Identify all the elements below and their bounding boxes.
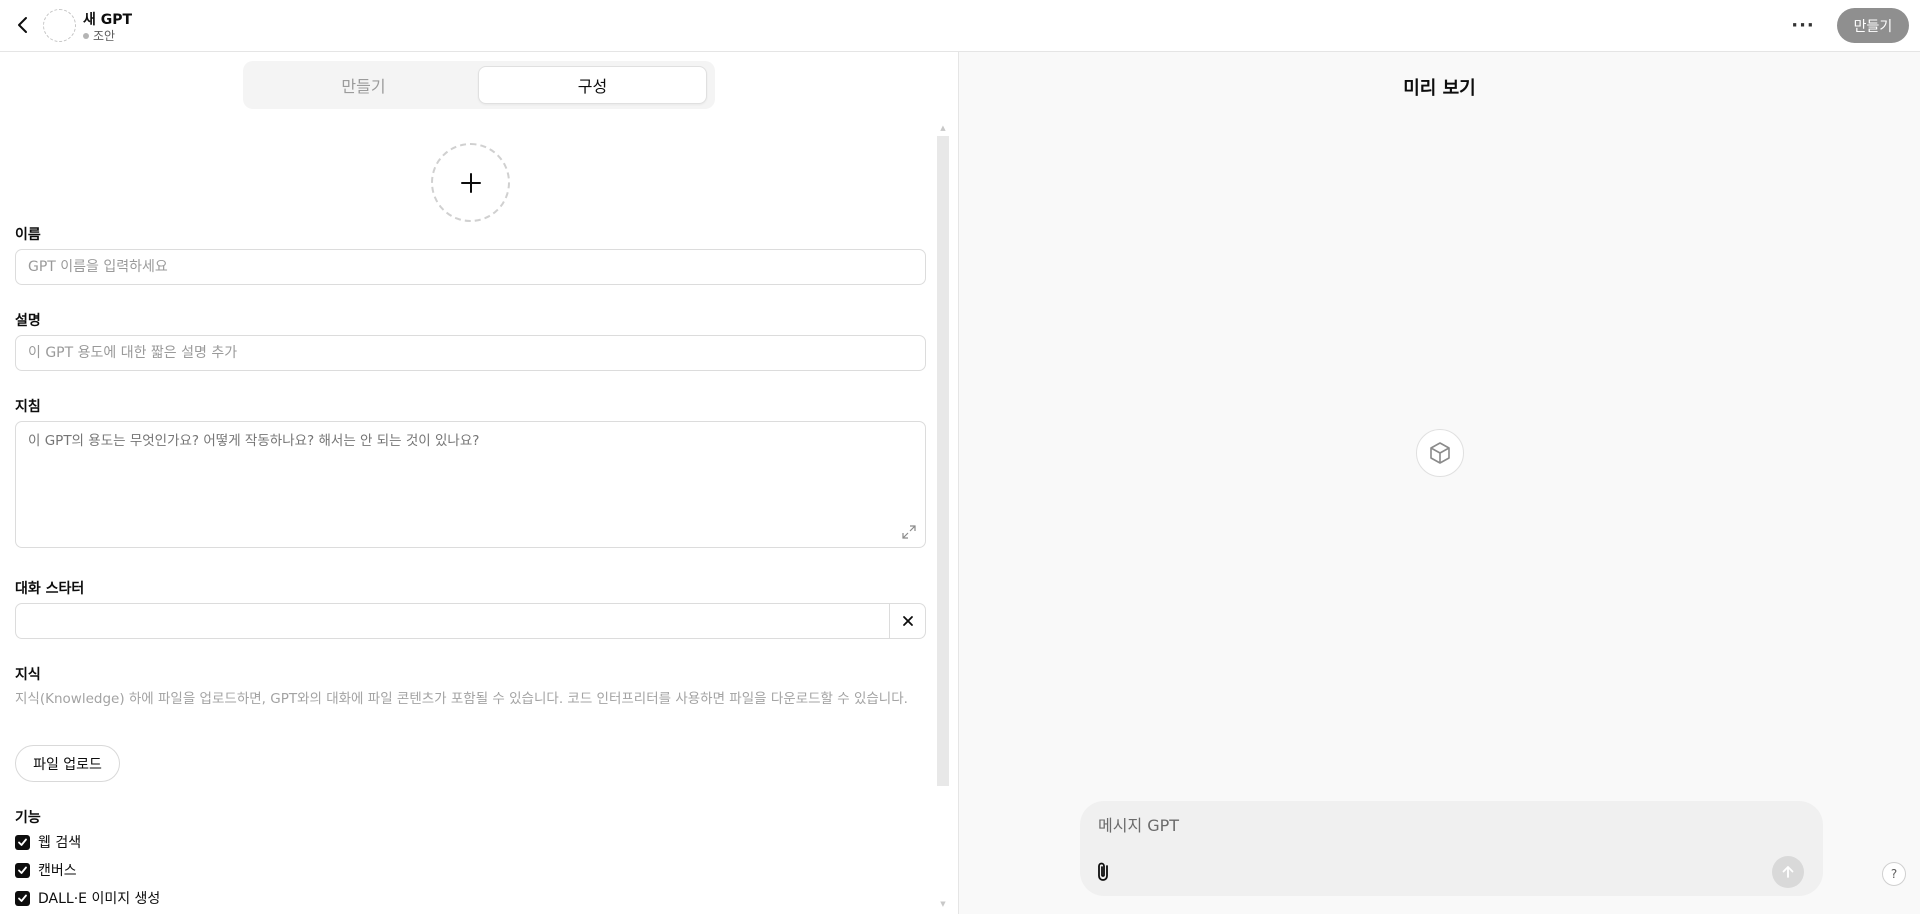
paperclip-icon [1098, 862, 1108, 881]
create-gpt-button[interactable]: 만들기 [1837, 8, 1909, 43]
upload-files-button[interactable]: 파일 업로드 [15, 745, 120, 782]
send-button[interactable] [1772, 856, 1804, 888]
top-header: 새 GPT 조안 ··· 만들기 [0, 0, 1920, 52]
capability-label: 캔버스 [38, 863, 77, 879]
editor-scrollbar[interactable] [937, 136, 949, 786]
attach-file-button[interactable] [1090, 858, 1118, 886]
expand-icon[interactable] [902, 525, 916, 539]
editor-tabs: 만들기 구성 [243, 61, 715, 109]
conversation-starter-input[interactable] [16, 604, 890, 638]
scroll-down-arrow-icon[interactable]: ▼ [938, 900, 948, 908]
gpt-status-label: 조안 [93, 29, 116, 43]
gpt-status: 조안 [83, 27, 115, 44]
conversation-starter-row [15, 603, 926, 639]
instructions-label: 지침 [15, 399, 41, 415]
gpt-title: 새 GPT [83, 12, 133, 28]
checkbox-checked-icon[interactable] [15, 834, 30, 850]
checkbox-checked-icon[interactable] [15, 862, 30, 878]
back-button[interactable] [10, 12, 36, 38]
plus-icon [460, 172, 481, 193]
capability-label: DALL·E 이미지 생성 [38, 891, 161, 907]
capability-canvas[interactable]: 캔버스 [15, 860, 77, 880]
message-input[interactable] [1098, 813, 1798, 837]
checkbox-checked-icon[interactable] [15, 890, 30, 906]
name-label: 이름 [15, 227, 41, 243]
tab-configure[interactable]: 구성 [478, 66, 707, 104]
gpt-avatar-placeholder [43, 9, 76, 42]
help-button[interactable]: ? [1882, 862, 1906, 886]
preview-title: 미리 보기 [1403, 78, 1476, 99]
scroll-up-arrow-icon[interactable]: ▲ [938, 124, 948, 132]
tab-create[interactable]: 만들기 [249, 66, 478, 104]
name-input[interactable] [15, 249, 926, 285]
capability-web-search[interactable]: 웹 검색 [15, 832, 81, 852]
conversation-starters-label: 대화 스타터 [15, 581, 85, 597]
capabilities-label: 기능 [15, 810, 41, 826]
message-composer [1080, 801, 1823, 896]
more-options-button[interactable]: ··· [1788, 12, 1818, 38]
description-input[interactable] [15, 335, 926, 371]
close-icon [903, 616, 913, 626]
description-label: 설명 [15, 313, 41, 329]
chevron-left-icon [18, 17, 27, 33]
capability-dalle[interactable]: DALL·E 이미지 생성 [15, 888, 160, 908]
arrow-up-icon [1782, 866, 1794, 878]
avatar-upload-button[interactable] [431, 143, 510, 222]
clear-starter-button[interactable] [890, 604, 926, 638]
gpt-cube-icon [1416, 429, 1464, 477]
editor-scrollbar-thumb[interactable] [937, 136, 949, 786]
status-dot-icon [83, 32, 89, 39]
knowledge-label: 지식 [15, 667, 41, 683]
instructions-textarea[interactable] [15, 421, 926, 548]
capability-label: 웹 검색 [38, 835, 82, 851]
knowledge-description: 지식(Knowledge) 하에 파일을 업로드하면, GPT와의 대화에 파일… [15, 691, 908, 707]
preview-panel: 미리 보기 ? [959, 52, 1920, 914]
